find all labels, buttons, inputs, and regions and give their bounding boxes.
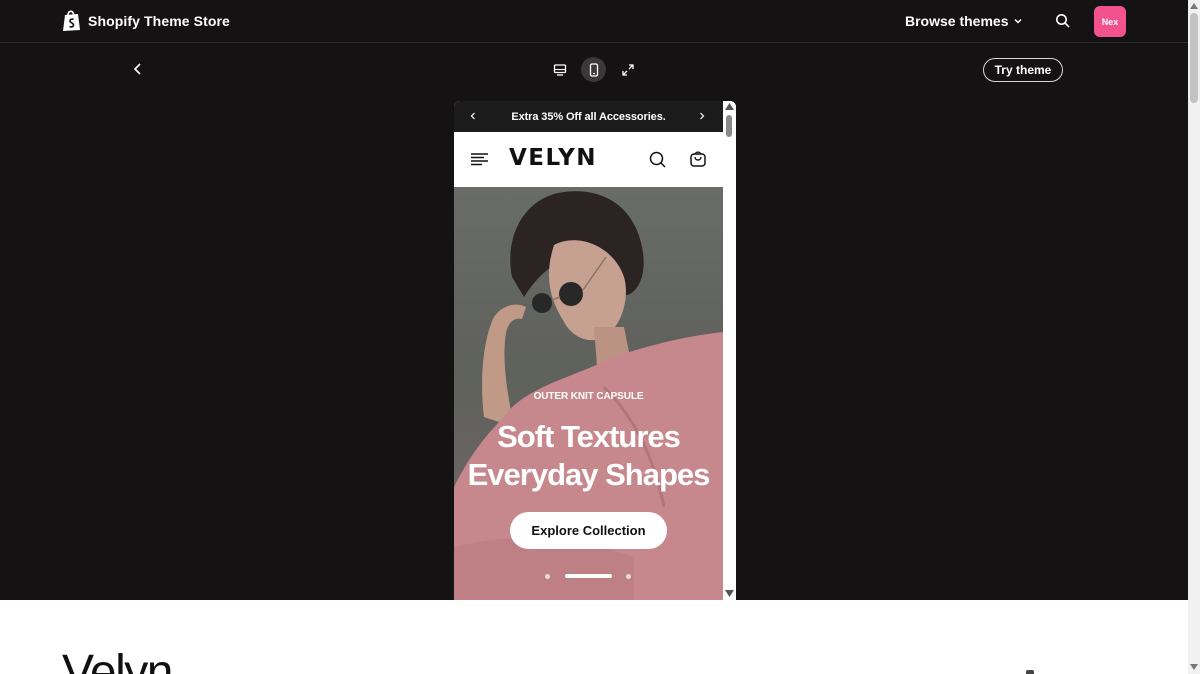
store-header: VELYN [454,132,723,187]
slide-dot-1[interactable] [545,574,550,579]
cart-icon[interactable] [689,150,707,168]
page-scrollbar[interactable] [1188,0,1200,674]
desktop-view-button[interactable] [547,57,572,82]
expand-icon [621,63,634,76]
mobile-icon [589,62,598,77]
search-icon[interactable] [1055,13,1071,29]
hero-title-line-2: Everyday Shapes [467,457,711,492]
scroll-down-icon[interactable] [1190,664,1198,670]
top-nav: Shopify Theme Store Browse themes Nex [0,0,1188,43]
view-toggles [547,57,640,82]
brand[interactable]: Shopify Theme Store [62,10,230,32]
page-scroll-thumb[interactable] [1190,13,1198,103]
try-theme-button[interactable]: Try theme [983,58,1063,82]
hero-banner: OUTER KNIT CAPSULE Soft Textures Everyda… [454,187,723,600]
scroll-up-icon[interactable] [725,103,734,110]
scroll-up-icon[interactable] [1190,3,1198,9]
browse-themes-menu[interactable]: Browse themes [905,13,1023,29]
back-arrow-icon[interactable] [130,61,146,77]
browse-themes-label: Browse themes [905,13,1009,29]
menu-icon[interactable] [471,152,488,166]
storefront: Extra 35% Off all Accessories. VELYN OUT… [454,101,723,600]
hero-title-line-1: Soft Textures [497,419,681,454]
chevron-left-icon[interactable] [468,111,478,121]
partial-icon [1026,670,1034,674]
preview-scrollbar[interactable] [723,101,736,600]
slide-dot-2-active[interactable] [565,574,612,578]
announcement-bar: Extra 35% Off all Accessories. [454,101,723,132]
brand-name: Shopify Theme Store [88,13,230,29]
shopify-bag-icon [63,10,80,31]
slide-dot-3[interactable] [626,574,631,579]
preview-scroll-thumb[interactable] [726,115,732,137]
fullscreen-view-button[interactable] [615,57,640,82]
store-logo[interactable]: VELYN [509,145,597,171]
search-icon[interactable] [649,151,666,168]
scroll-down-icon[interactable] [725,590,734,597]
theme-name-heading: Velyn [62,646,173,674]
desktop-icon [553,63,566,76]
chevron-down-icon [1014,18,1023,24]
hero-eyebrow: OUTER KNIT CAPSULE [533,391,644,402]
avatar[interactable]: Nex [1094,6,1126,37]
chevron-right-icon[interactable] [697,111,707,121]
mobile-view-button[interactable] [581,57,606,82]
announcement-text: Extra 35% Off all Accessories. [511,110,666,123]
mobile-preview-frame: Extra 35% Off all Accessories. VELYN OUT… [454,101,736,600]
explore-collection-button[interactable]: Explore Collection [510,512,667,549]
